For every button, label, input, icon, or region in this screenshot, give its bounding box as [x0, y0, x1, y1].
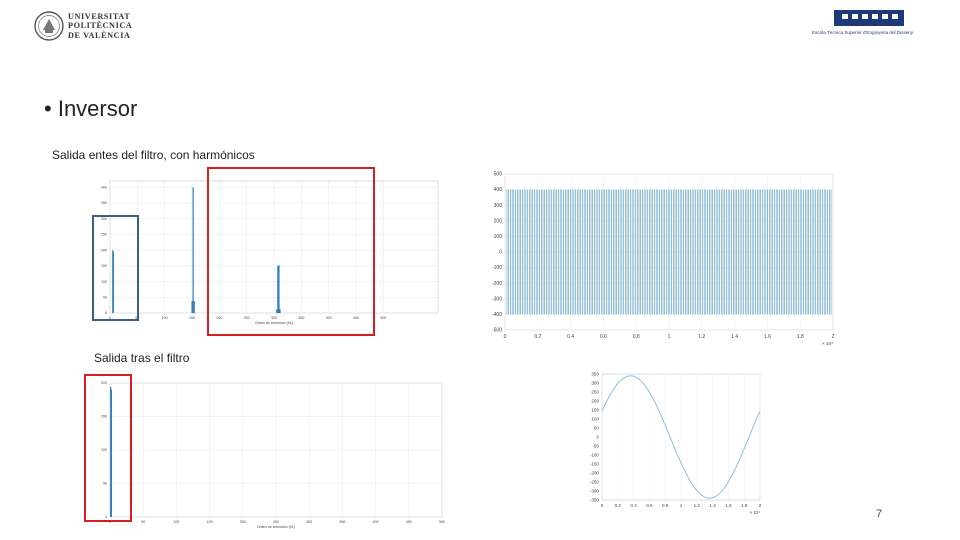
x-tick-label: 100 [173, 520, 179, 524]
x-tick-label: 1.8 [741, 503, 748, 508]
x-tick-label: 0.8 [633, 334, 640, 340]
upv-logo-line-2: POLITÈCNICA [68, 21, 133, 31]
y-tick-label: 50 [594, 426, 600, 431]
y-tick-label: 400 [494, 187, 503, 193]
x-tick-label: 300 [306, 520, 312, 524]
waveform-after-chart: 0 0.2 0.4 0.6 0.8 1 1.2 1.4 1.6 1.8 2 350 300 250 200 1… [590, 372, 762, 516]
upv-logo-line-1: UNIVERSITAT [68, 12, 131, 21]
x-tick-label: 0.6 [600, 334, 607, 340]
x-tick-label: 0.6 [646, 503, 653, 508]
y-tick-label: -200 [492, 281, 502, 287]
x-tick-label: 1.2 [698, 334, 705, 340]
etsi-logo: Escola Tècnica Superior d'Enginyeria del… [812, 10, 924, 42]
waveform-before-chart: 0 0.2 0.4 0.6 0.8 1 1.2 1.4 1.6 1.8 2 500 400 300 200 1… [492, 172, 835, 346]
university-seal-icon [34, 11, 64, 41]
etsi-logo-caption: Escola Tècnica Superior d'Enginyeria del… [812, 30, 914, 35]
y-tick-label: -400 [492, 312, 502, 318]
y-tick-label: 0 [499, 250, 502, 256]
x-tick-label: 0.8 [662, 503, 669, 508]
y-tick-label: 350 [591, 372, 599, 377]
x-tick-label: 500 [380, 316, 386, 320]
upv-logo: UNIVERSITAT POLITÈCNICA DE VALÈNCIA [34, 11, 154, 43]
x-multiplier-label: × 10⁴ [822, 341, 833, 346]
y-tick-label: -100 [492, 265, 502, 271]
x-axis-label: Orden de armónico (f/f₁) [257, 525, 295, 529]
y-tick-label: 300 [591, 381, 599, 386]
x-tick-label: 2 [832, 334, 835, 340]
y-tick-label: -300 [590, 489, 600, 494]
x-tick-label: 1.2 [694, 503, 701, 508]
upv-logo-text: UNIVERSITAT POLITÈCNICA DE VALÈNCIA [68, 12, 132, 40]
x-tick-label: 50 [141, 520, 145, 524]
spectrum-bar [192, 187, 194, 313]
x-tick-label: 0 [504, 334, 507, 340]
highlight-blue-fundamental [92, 215, 139, 321]
y-tick-label: 100 [591, 417, 599, 422]
x-tick-label: 1.6 [764, 334, 771, 340]
x-tick-label: 0.2 [534, 334, 541, 340]
y-tick-label: -350 [590, 498, 600, 503]
x-tick-label: 1.8 [797, 334, 804, 340]
x-tick-label: 0.4 [567, 334, 574, 340]
x-tick-label: 1 [668, 334, 671, 340]
y-tick-label: 200 [591, 399, 599, 404]
x-tick-label: 200 [240, 520, 246, 524]
y-tick-label: -200 [590, 471, 600, 476]
highlight-red-fundamental-after [84, 374, 132, 522]
y-tick-label: 0 [596, 435, 599, 440]
y-tick-label: 150 [591, 408, 599, 413]
y-tick-label: -100 [590, 453, 600, 458]
y-tick-label: 100 [494, 234, 503, 240]
x-tick-label: 1 [680, 503, 683, 508]
etsi-logo-mark [834, 10, 904, 26]
y-tick-label: -500 [492, 328, 502, 334]
spectrum-after-chart: 0 50 100 150 200 250 300 350 400 450 5000501001502… [101, 381, 445, 529]
x-tick-label: 2 [759, 503, 762, 508]
x-tick-label: 0 [601, 503, 604, 508]
y-tick-label: 300 [494, 203, 503, 209]
spectrum-bar [193, 301, 195, 313]
x-tick-label: 1.6 [725, 503, 732, 508]
highlight-red-harmonics [207, 167, 375, 336]
figure-waveform-before: 0 0.2 0.4 0.6 0.8 1 1.2 1.4 1.6 1.8 2 500 400 300 200 1… [485, 168, 845, 352]
y-tick-label: 200 [494, 218, 503, 224]
slide-bullet-title: • Inversor [44, 96, 137, 122]
y-tick-label: 400 [101, 185, 107, 189]
y-tick-label: -300 [492, 296, 502, 302]
x-tick-label: 150 [207, 520, 213, 524]
figure-waveform-after: 0 0.2 0.4 0.6 0.8 1 1.2 1.4 1.6 1.8 2 350 300 250 200 1… [580, 368, 770, 524]
y-tick-label: 500 [494, 172, 503, 178]
etsi-building-icon [842, 14, 898, 19]
y-tick-label: 250 [591, 390, 599, 395]
page-number: 7 [876, 508, 883, 520]
x-tick-label: 350 [339, 520, 345, 524]
caption-before-filter: Salida entes del filtro, con harmónicos [52, 148, 255, 162]
caption-after-filter: Salida tras el filtro [94, 351, 190, 365]
x-tick-label: 1.4 [731, 334, 738, 340]
x-tick-label: 500 [439, 520, 445, 524]
upv-logo-line-3: DE VALÈNCIA [68, 30, 131, 40]
x-tick-label: 0.4 [630, 503, 637, 508]
y-tick-label: 350 [101, 201, 107, 205]
x-tick-label: 150 [189, 316, 195, 320]
figure-spectrum-after: 0 50 100 150 200 250 300 350 400 450 500 0 50 100 150 2… [86, 378, 448, 530]
x-tick-label: 250 [273, 520, 279, 524]
slide-title-text: Inversor [57, 96, 138, 121]
y-tick-label: -150 [590, 462, 600, 467]
y-tick-label: -50 [592, 444, 599, 449]
spectrum-bar [191, 301, 193, 313]
x-tick-label: 0.2 [615, 503, 622, 508]
x-tick-label: 400 [373, 520, 379, 524]
y-tick-label: -250 [590, 480, 600, 485]
x-tick-label: 450 [406, 520, 412, 524]
bullet-icon: • [44, 96, 58, 121]
x-multiplier-label: × 10⁴ [749, 510, 760, 515]
x-tick-label: 100 [162, 316, 168, 320]
x-tick-label: 1.4 [709, 503, 716, 508]
